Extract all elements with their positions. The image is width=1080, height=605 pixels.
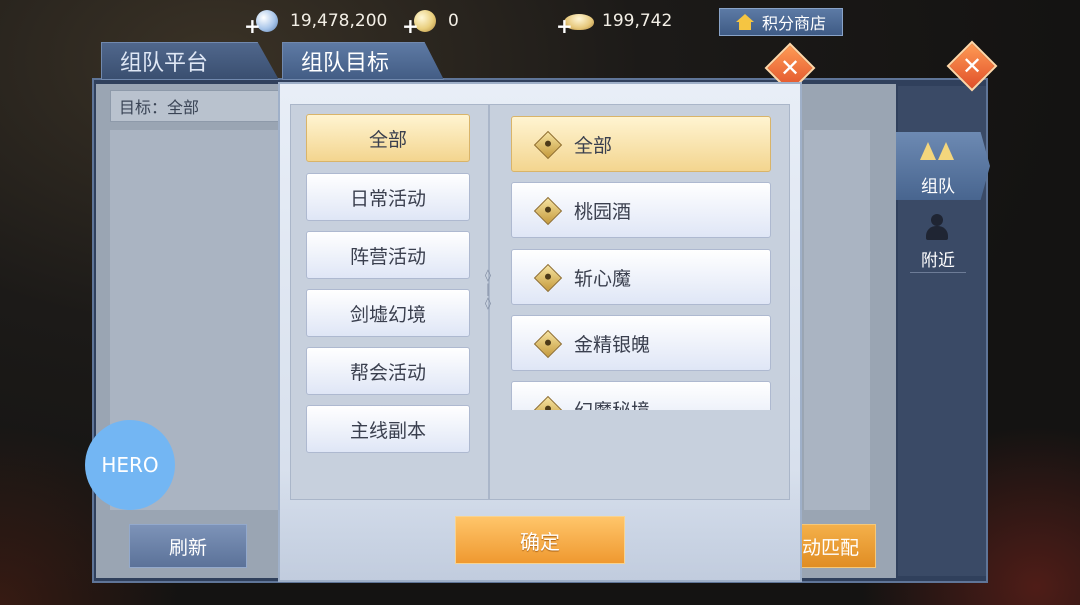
ingot-amount: 199,742 [602,11,673,31]
points-shop-label: 积分商店 [761,14,826,33]
sub-item-zhanxinmo[interactable]: 斩心魔 [511,249,771,305]
diamond-icon [533,196,563,226]
team-list-area-right [804,130,870,510]
scroll-handle[interactable]: ◊ | ◊ [483,268,493,328]
add-ingot-button[interactable]: + [556,8,594,36]
category-sword-ruins[interactable]: 剑墟幻境 [306,289,470,337]
add-silver-button[interactable]: + [244,8,282,36]
house-icon [735,14,754,30]
sub-item-all[interactable]: 全部 [511,116,771,172]
tab-label: 组队平台 [120,51,209,76]
sub-item-label: 幻魔秘境 [574,396,650,411]
goal-filter-field[interactable]: 目标：全部 [110,90,280,122]
plus-icon: + [402,14,419,38]
sub-item-label: 全部 [574,134,613,157]
plus-icon: + [556,14,573,38]
category-faction[interactable]: 阵营活动 [306,231,470,279]
confirm-button[interactable]: 确定 [455,516,625,564]
sub-item-label: 金精银魄 [574,333,651,356]
category-all[interactable]: 全部 [306,114,470,162]
side-nav-team-label: 组队 [921,177,955,197]
plus-icon: + [244,14,261,38]
diamond-icon [533,263,563,293]
category-main-dungeon[interactable]: 主线副本 [306,405,470,453]
side-nav-team[interactable]: 组队 [896,132,990,200]
category-daily[interactable]: 日常活动 [306,173,470,221]
refresh-button[interactable]: 刷新 [129,524,247,568]
side-nav-nearby[interactable]: 附近 [910,210,966,273]
silver-amount: 19,478,200 [290,11,388,31]
tab-team-goal[interactable]: 组队目标 [282,42,444,80]
points-shop-button[interactable]: 积分商店 [719,8,843,36]
gold-currency: + 0 [402,8,459,36]
sub-item-jinjing[interactable]: 金精银魄 [511,315,771,371]
side-nav-nearby-label: 附近 [921,251,955,271]
ingot-currency: + 199,742 [556,8,673,36]
category-guild[interactable]: 帮会活动 [306,347,470,395]
diamond-icon [533,130,563,160]
flag-icon [920,142,936,160]
gold-amount: 0 [448,11,459,31]
hero-badge[interactable]: HERO [85,420,175,510]
sub-item-huanmo[interactable]: 幻魔秘境 [511,381,771,410]
tab-label: 组队目标 [301,51,390,76]
diamond-icon [533,395,563,410]
sub-item-taoyuan[interactable]: 桃园酒 [511,182,771,238]
diamond-icon [533,329,563,359]
person-icon [926,214,948,240]
silver-currency: + 19,478,200 [244,8,388,36]
tab-team-platform[interactable]: 组队平台 [101,42,279,80]
sub-item-label: 桃园酒 [574,200,632,223]
flag-icon [938,142,954,160]
sub-item-label: 斩心魔 [574,267,632,290]
close-icon: ✕ [779,54,801,82]
add-gold-button[interactable]: + [402,8,440,36]
close-icon: ✕ [961,52,983,80]
sub-item-list[interactable]: 全部 桃园酒 斩心魔 金精银魄 幻魔秘境 [508,110,774,410]
